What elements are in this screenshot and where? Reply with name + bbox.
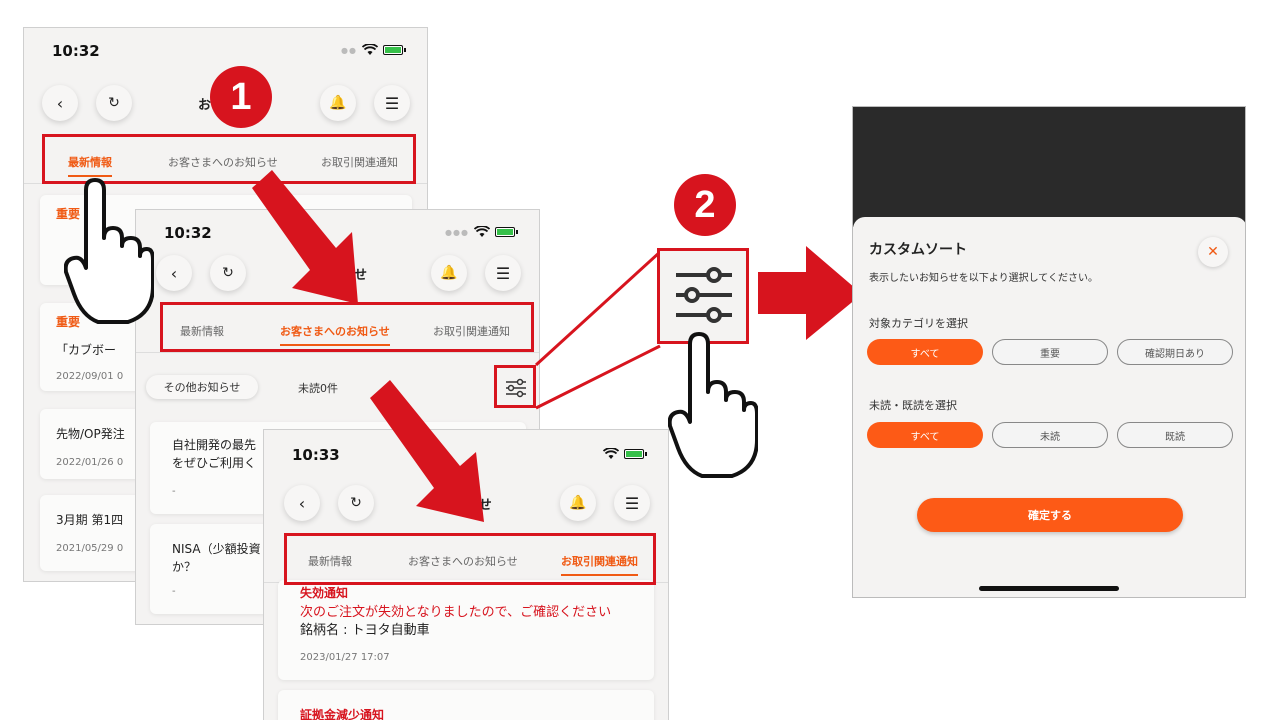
- list-item[interactable]: 失効通知 次のご注文が失効となりましたので、ご確認ください 銘柄名 : トヨタ自…: [278, 580, 654, 680]
- card-title: NISA（少額投資: [172, 542, 261, 556]
- card-title: か？: [172, 560, 197, 574]
- refresh-button[interactable]: ↻: [96, 85, 132, 121]
- bell-icon[interactable]: 🔔: [431, 255, 467, 291]
- bell-icon[interactable]: 🔔: [560, 485, 596, 521]
- refresh-button[interactable]: ↻: [338, 485, 374, 521]
- bell-icon[interactable]: 🔔: [320, 85, 356, 121]
- status-time: 10:32: [52, 42, 100, 60]
- filter-sliders-icon: [676, 267, 732, 323]
- card-title: をぜひご利用く: [172, 456, 257, 470]
- page-title: せ: [354, 268, 368, 283]
- wifi-icon: [362, 44, 378, 55]
- card-title: 先物/OP発注: [56, 427, 125, 441]
- card-date: -: [172, 486, 176, 497]
- highlight-tabs-3: [284, 533, 656, 585]
- read-all-chip[interactable]: すべて: [867, 422, 983, 448]
- pointing-hand-icon: [668, 332, 758, 478]
- back-button[interactable]: ‹: [284, 485, 320, 521]
- confirm-button[interactable]: 確定する: [917, 498, 1183, 532]
- sheet-title: カスタムソート: [869, 242, 967, 258]
- card-title: 3月期 第1四: [56, 513, 124, 527]
- card-date: -: [172, 586, 176, 597]
- home-indicator: [979, 586, 1119, 591]
- menu-icon[interactable]: ☰: [614, 485, 650, 521]
- custom-sort-sheet: カスタムソート ✕ 表示したいお知らせを以下より選択してください。 対象カテゴリ…: [853, 217, 1245, 597]
- list-item[interactable]: 証拠金減少通知: [278, 690, 654, 720]
- battery-icon: [495, 227, 518, 237]
- category-important-chip[interactable]: 重要: [992, 339, 1108, 365]
- dimmed-overlay[interactable]: [853, 107, 1245, 227]
- category-deadline-chip[interactable]: 確認期日あり: [1117, 339, 1233, 365]
- card-date: 2023/01/27 17:07: [300, 652, 390, 663]
- card-category: 失効通知: [300, 586, 349, 600]
- category-all-chip[interactable]: すべて: [867, 339, 983, 365]
- card-category: 証拠金減少通知: [300, 708, 385, 720]
- pointing-hand-icon: [64, 178, 154, 324]
- battery-icon: [624, 449, 647, 459]
- step-2-badge: 2: [674, 174, 736, 236]
- category-section-label: 対象カテゴリを選択: [869, 317, 968, 330]
- battery-icon: [383, 45, 406, 55]
- status-bar: 10:32 ●●: [24, 28, 427, 68]
- card-detail: 銘柄名 : トヨタ自動車: [300, 623, 430, 638]
- wifi-icon: [603, 448, 619, 459]
- card-date: 2021/05/29 0: [56, 543, 124, 554]
- back-button[interactable]: ‹: [156, 255, 192, 291]
- menu-icon[interactable]: ☰: [374, 85, 410, 121]
- card-message: 次のご注文が失効となりましたので、ご確認ください: [300, 605, 612, 620]
- unread-chip[interactable]: 未読: [992, 422, 1108, 448]
- signal-icon: ●●: [341, 45, 357, 55]
- status-time: 10:32: [164, 224, 212, 242]
- signal-icon: ●●●: [445, 227, 469, 237]
- refresh-button[interactable]: ↻: [210, 255, 246, 291]
- card-date: 2022/01/26 0: [56, 457, 124, 468]
- close-icon: ✕: [1207, 244, 1219, 260]
- card-date: 2022/09/01 0: [56, 371, 124, 382]
- filter-chip[interactable]: その他お知らせ: [146, 375, 258, 399]
- status-bar: 10:33: [264, 430, 668, 470]
- menu-icon[interactable]: ☰: [485, 255, 521, 291]
- read-chip[interactable]: 既読: [1117, 422, 1233, 448]
- read-status-section-label: 未読・既読を選択: [869, 399, 957, 412]
- unread-count: 未読0件: [298, 382, 338, 395]
- close-button[interactable]: ✕: [1198, 237, 1228, 267]
- status-time: 10:33: [292, 446, 340, 464]
- back-button[interactable]: ‹: [42, 85, 78, 121]
- status-bar: 10:32 ●●●: [136, 210, 539, 250]
- highlight-tabs-2: [160, 302, 534, 352]
- sheet-description: 表示したいお知らせを以下より選択してください。: [869, 273, 1098, 284]
- highlight-filter-button: [494, 365, 536, 408]
- page-title: お知らせ: [440, 498, 492, 513]
- card-title: 「カブボー: [56, 343, 117, 357]
- step-1-badge: 1: [210, 66, 272, 128]
- wifi-icon: [474, 226, 490, 237]
- custom-sort-screen: カスタムソート ✕ 表示したいお知らせを以下より選択してください。 対象カテゴリ…: [852, 106, 1246, 598]
- card-title: 自社開発の最先: [172, 438, 257, 452]
